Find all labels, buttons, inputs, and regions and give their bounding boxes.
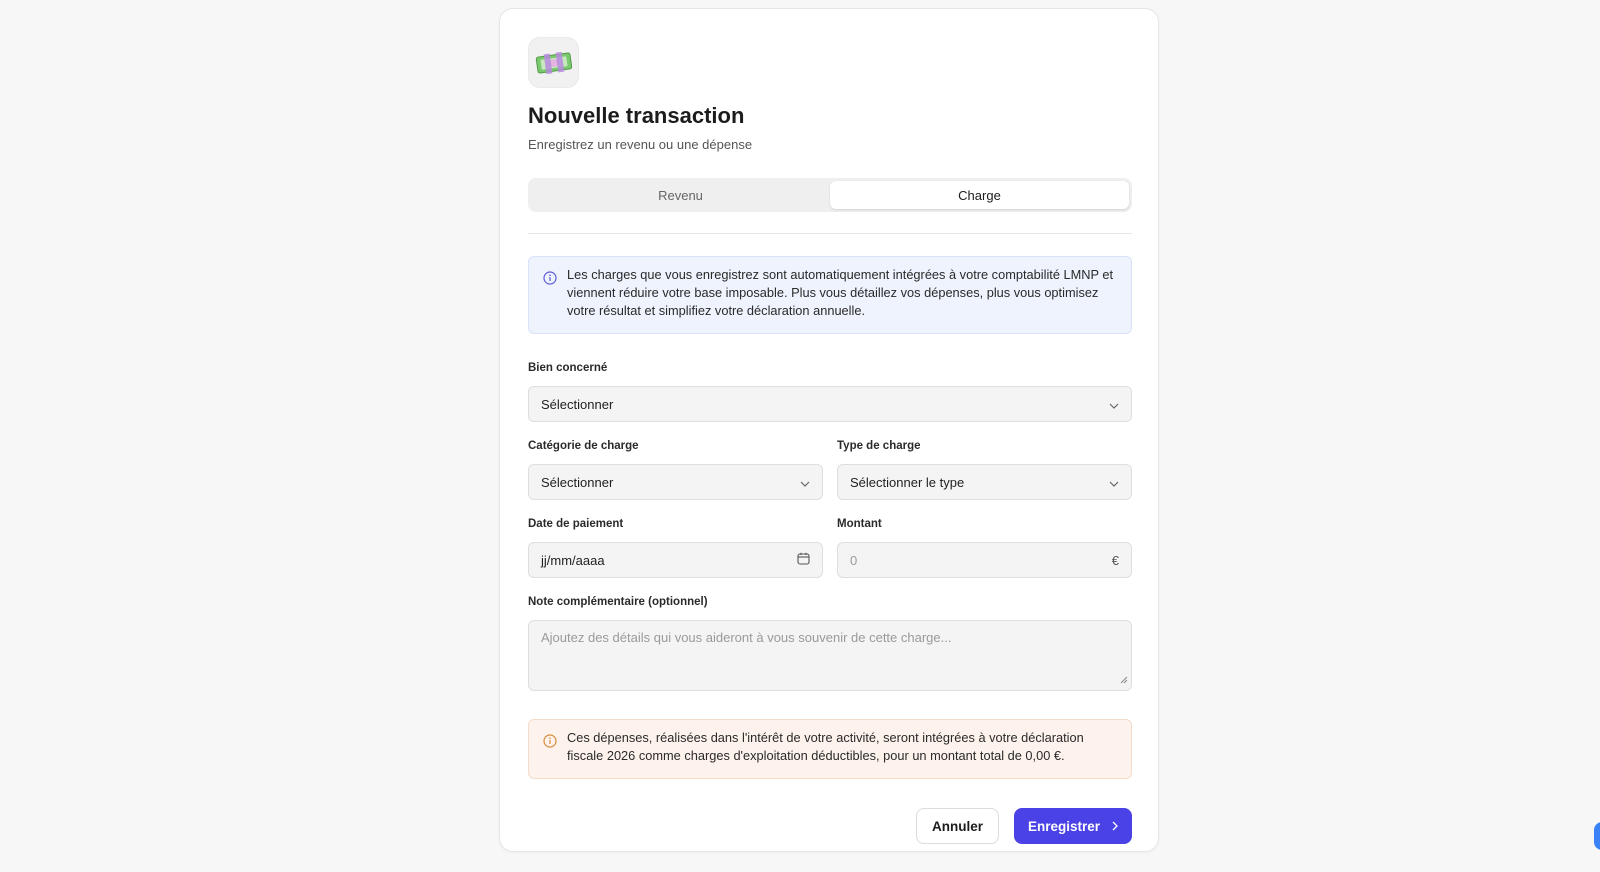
type-select[interactable]: Sélectionner le type [837, 464, 1132, 500]
chevron-down-icon [1109, 475, 1119, 490]
row-categorie-type: Catégorie de charge Sélectionner Type de… [528, 438, 1132, 500]
resize-handle-icon[interactable] [1120, 672, 1128, 687]
bien-select[interactable]: Sélectionner [528, 386, 1132, 422]
date-input[interactable]: jj/mm/aaaa [528, 542, 823, 578]
info-callout: Les charges que vous enregistrez sont au… [528, 256, 1132, 334]
floating-widget-edge[interactable] [1594, 822, 1600, 850]
tab-revenu[interactable]: Revenu [531, 181, 830, 209]
save-button[interactable]: Enregistrer [1013, 808, 1132, 844]
transaction-modal: Nouvelle transaction Enregistrez un reve… [499, 8, 1159, 852]
calendar-icon[interactable] [797, 552, 810, 568]
categorie-select-value: Sélectionner [541, 474, 614, 490]
info-circle-icon [543, 271, 557, 320]
type-select-value: Sélectionner le type [850, 474, 965, 490]
cancel-button[interactable]: Annuler [915, 808, 999, 844]
info-circle-icon [543, 734, 557, 765]
money-bills-icon [528, 37, 579, 88]
transaction-type-tabs: Revenu Charge [528, 178, 1132, 212]
montant-label: Montant [837, 518, 882, 530]
chevron-right-icon [1112, 819, 1118, 834]
chevron-down-icon [800, 475, 810, 490]
modal-content: Nouvelle transaction Enregistrez un reve… [528, 37, 1132, 844]
warning-text: Ces dépenses, réalisées dans l'intérêt d… [567, 730, 1084, 763]
note-placeholder: Ajoutez des détails qui vous aideront à … [541, 630, 952, 645]
field-group-note: Note complémentaire (optionnel) Ajoutez … [528, 594, 1132, 691]
type-label: Type de charge [837, 440, 921, 452]
warning-callout: Ces dépenses, réalisées dans l'intérêt d… [528, 719, 1132, 779]
chevron-down-icon [1109, 397, 1119, 412]
bien-label: Bien concerné [528, 362, 608, 374]
divider [528, 233, 1132, 234]
field-group-bien: Bien concerné Sélectionner [528, 360, 1132, 422]
categorie-select[interactable]: Sélectionner [528, 464, 823, 500]
field-group-type: Type de charge Sélectionner le type [837, 438, 1132, 500]
field-group-montant: Montant 0 € [837, 516, 1132, 578]
save-button-label: Enregistrer [1027, 818, 1100, 834]
categorie-label: Catégorie de charge [528, 440, 639, 452]
info-text: Les charges que vous enregistrez sont au… [567, 267, 1114, 318]
row-date-montant: Date de paiement jj/mm/aaaa Montant 0 € [528, 516, 1132, 578]
modal-title: Nouvelle transaction [528, 103, 745, 128]
euro-symbol: € [1111, 552, 1119, 568]
modal-subtitle: Enregistrez un revenu ou une dépense [528, 137, 753, 152]
tab-charge[interactable]: Charge [830, 181, 1129, 209]
montant-input[interactable]: 0 € [837, 542, 1132, 578]
bien-select-value: Sélectionner [541, 396, 614, 412]
modal-actions: Annuler Enregistrer [528, 808, 1132, 844]
montant-placeholder: 0 [850, 552, 858, 568]
date-input-value: jj/mm/aaaa [541, 552, 605, 568]
field-group-date: Date de paiement jj/mm/aaaa [528, 516, 823, 578]
field-group-categorie: Catégorie de charge Sélectionner [528, 438, 823, 500]
note-textarea[interactable]: Ajoutez des détails qui vous aideront à … [528, 620, 1132, 691]
note-label: Note complémentaire (optionnel) [528, 596, 708, 608]
date-label: Date de paiement [528, 518, 624, 530]
